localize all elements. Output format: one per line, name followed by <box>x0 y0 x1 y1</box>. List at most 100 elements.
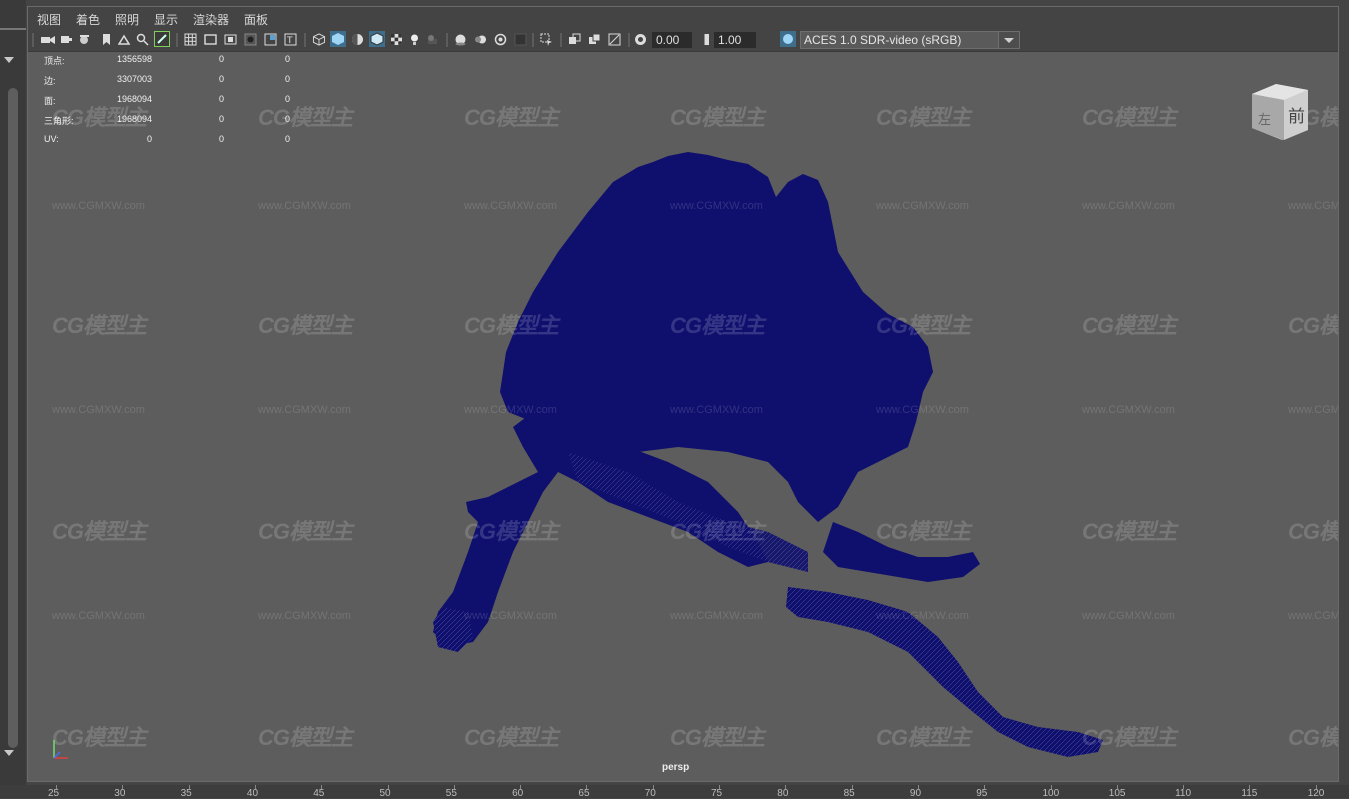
color-space-dropdown[interactable]: ACES 1.0 SDR-video (sRGB) <box>800 31 1020 49</box>
timeline-tick-label: 40 <box>246 788 259 799</box>
chevron-down-icon[interactable] <box>4 57 14 63</box>
timeline-tick-label: 110 <box>1175 788 1192 799</box>
xray-joints-icon[interactable] <box>608 33 621 46</box>
watermark-logo: CG模型主 <box>1082 313 1177 338</box>
textured-icon[interactable] <box>390 33 403 46</box>
strip-divider <box>0 28 26 30</box>
watermark-logo: CG模型主 <box>1288 725 1338 750</box>
watermark-url: www.CGMXW.com <box>670 610 763 622</box>
menu-renderer[interactable]: 渲染器 <box>193 11 229 28</box>
watermark-logo: CG模型主 <box>1288 519 1338 544</box>
grid-icon[interactable] <box>184 33 197 46</box>
xray-icon[interactable] <box>568 33 581 46</box>
time-slider[interactable]: 25 30 35 40 45 50 55 60 65 70 75 80 85 90 95 100 105 110 1… <box>0 785 1349 799</box>
image-plane-icon[interactable] <box>118 33 131 46</box>
shadows-icon[interactable] <box>426 33 439 46</box>
screen-space-ao-icon[interactable] <box>454 33 467 46</box>
watermark-logo: CG模型主 <box>258 313 353 338</box>
hud-value: 0 <box>284 54 290 64</box>
default-material-icon[interactable] <box>351 33 364 46</box>
menu-show[interactable]: 显示 <box>154 11 178 28</box>
watermark-logo: CG模型主 <box>464 105 559 130</box>
chevron-down-icon[interactable] <box>4 750 14 756</box>
watermark-logo: CG模型主 <box>670 725 765 750</box>
color-management-icon[interactable] <box>780 31 796 47</box>
timeline-tick-label: 65 <box>578 788 590 799</box>
hud-value: 0 <box>218 114 224 124</box>
watermark-logo: CG模型主 <box>464 725 559 750</box>
toolbar-separator <box>532 33 534 47</box>
3d-viewport[interactable]: 顶点: 1356598 0 0 边: 3307003 0 0 面: 196809… <box>28 52 1338 781</box>
viewcube-icon[interactable]: 左 前 <box>1248 82 1312 144</box>
film-gate-icon[interactable] <box>204 33 217 46</box>
bookmark-icon[interactable] <box>100 33 113 46</box>
watermark-logo: CG模型主 <box>1082 725 1177 750</box>
xray-active-icon[interactable] <box>588 33 601 46</box>
hud-value: 0 <box>218 74 224 84</box>
safe-title-icon[interactable]: T <box>284 33 297 46</box>
gate-mask-icon[interactable] <box>244 33 257 46</box>
axis-gizmo-icon <box>53 740 68 759</box>
grease-pencil-icon[interactable] <box>154 31 170 47</box>
watermark-url: www.CGMXW.com <box>1288 404 1338 416</box>
watermark-logo: CG模型主 <box>258 725 353 750</box>
toolbar-separator <box>446 33 448 47</box>
wireframe-icon[interactable] <box>312 33 326 46</box>
exposure-field[interactable]: 0.00 <box>652 32 692 48</box>
resolution-gate-icon[interactable] <box>224 33 237 46</box>
wireframe-on-shaded-icon[interactable] <box>369 31 385 47</box>
watermark-logo: CG模型主 <box>876 725 971 750</box>
smooth-shade-icon[interactable] <box>330 31 346 47</box>
depth-of-field-icon[interactable] <box>514 33 527 46</box>
panel-menubar: 视图 着色 照明 显示 渲染器 面板 <box>28 7 1338 29</box>
toolbar-separator <box>560 33 562 47</box>
hud-value: 0 <box>284 134 290 144</box>
watermark-url: www.CGMXW.com <box>258 610 351 622</box>
watermark-url: www.CGMXW.com <box>464 610 557 622</box>
watermark-url: www.CGMXW.com <box>1288 610 1338 622</box>
toolbar-separator <box>304 33 306 47</box>
watermark-url: www.CGMXW.com <box>876 404 969 416</box>
menu-lighting[interactable]: 照明 <box>115 11 139 28</box>
watermark-url: www.CGMXW.com <box>670 404 763 416</box>
watermark-logo: CG模型主 <box>1288 313 1338 338</box>
hud-value: 0 <box>218 54 224 64</box>
camera-attributes-icon[interactable] <box>60 33 73 46</box>
hud-value: 0 <box>218 134 224 144</box>
use-all-lights-icon[interactable] <box>408 33 421 46</box>
field-chart-icon[interactable] <box>264 33 277 46</box>
camera-lock-icon[interactable] <box>78 33 91 46</box>
watermark-logo: CG模型主 <box>1082 105 1177 130</box>
motion-blur-icon[interactable] <box>474 33 487 46</box>
hud-value: 0 <box>146 134 152 144</box>
timeline-tick-label: 90 <box>909 788 922 799</box>
vertical-scrollbar[interactable] <box>8 88 18 748</box>
watermark-logo: CG模型主 <box>670 519 765 544</box>
watermark-url: www.CGMXW.com <box>876 610 969 622</box>
watermark-logo: CG模型主 <box>464 519 559 544</box>
watermark-logo: CG模型主 <box>1082 519 1177 544</box>
timeline-tick-label: 55 <box>445 788 457 799</box>
panel-toolbar: T 0.00 1.00 ACES 1.0 SDR-video (sRGB) <box>28 29 1338 52</box>
toolbar-separator <box>176 33 178 47</box>
viewcube-front-face: 前 <box>1288 107 1305 127</box>
watermark-logo: CG模型主 <box>52 313 147 338</box>
chevron-down-icon[interactable] <box>998 32 1019 48</box>
timeline-tick-label: 75 <box>711 788 723 799</box>
menu-panels[interactable]: 面板 <box>244 11 268 28</box>
timeline-tick-label: 45 <box>313 788 325 799</box>
menu-view[interactable]: 视图 <box>37 11 61 28</box>
2d-pan-zoom-icon[interactable] <box>136 33 149 46</box>
exposure-icon[interactable] <box>634 33 647 46</box>
isolate-select-icon[interactable] <box>540 33 553 46</box>
select-camera-icon[interactable] <box>40 33 56 46</box>
watermark-logo: CG模型主 <box>670 105 765 130</box>
watermark-logo: CG模型主 <box>876 313 971 338</box>
gamma-field[interactable]: 1.00 <box>714 32 756 48</box>
gamma-icon[interactable] <box>698 33 711 46</box>
timeline-tick-label: 120 <box>1307 788 1325 799</box>
multisample-aa-icon[interactable] <box>494 33 507 46</box>
menu-shading[interactable]: 着色 <box>76 11 100 28</box>
watermark-logo: CG模型主 <box>258 105 353 130</box>
watermark-url: www.CGMXW.com <box>1082 404 1175 416</box>
